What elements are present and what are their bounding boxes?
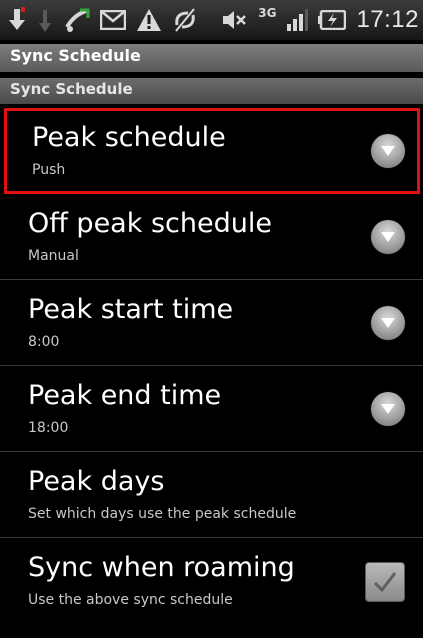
dropdown-arrow-icon[interactable] (371, 220, 405, 254)
item-title: Peak start time (28, 294, 234, 325)
status-bar: 3G 17:12 (0, 0, 423, 40)
peak-end-time-item[interactable]: Peak end time 18:00 (0, 366, 423, 452)
dropdown-arrow-icon[interactable] (371, 134, 405, 168)
missed-call-icon (64, 7, 90, 33)
battery-icon (318, 10, 347, 30)
clock: 17:12 (356, 6, 419, 33)
page-title: Sync Schedule (10, 46, 141, 65)
download-icon (8, 7, 26, 33)
screen: 3G 17:12 Sync Schedule Sync Schedule Pea… (0, 0, 423, 638)
roaming-checkbox[interactable] (365, 562, 405, 602)
item-title: Peak schedule (32, 122, 226, 153)
section-header-label: Sync Schedule (10, 80, 133, 98)
email-icon (100, 10, 126, 30)
signal-icon (286, 8, 309, 32)
item-title: Peak days (28, 466, 165, 497)
item-summary: 8:00 (28, 334, 60, 350)
sync-icon (172, 7, 198, 33)
item-summary: Push (32, 162, 66, 178)
item-title: Off peak schedule (28, 208, 272, 239)
item-summary: Manual (28, 248, 79, 264)
item-title: Sync when roaming (28, 552, 295, 583)
usb-icon (36, 7, 54, 33)
item-summary: Use the above sync schedule (28, 592, 233, 608)
settings-list: Peak schedule Push Off peak schedule Man… (0, 108, 423, 624)
item-title: Peak end time (28, 380, 222, 411)
off-peak-schedule-item[interactable]: Off peak schedule Manual (0, 194, 423, 280)
item-summary: 18:00 (28, 420, 69, 436)
peak-schedule-item[interactable]: Peak schedule Push (4, 108, 420, 194)
mute-icon (222, 9, 248, 31)
notification-icons (8, 4, 198, 36)
dropdown-arrow-icon[interactable] (371, 392, 405, 426)
3g-icon: 3G (258, 6, 277, 20)
dropdown-arrow-icon[interactable] (371, 306, 405, 340)
system-icons: 3G 17:12 (222, 4, 419, 36)
title-bar: Sync Schedule (0, 44, 423, 72)
peak-days-item[interactable]: Peak days Set which days use the peak sc… (0, 452, 423, 538)
warning-icon (136, 8, 162, 32)
section-header: Sync Schedule (0, 78, 423, 104)
item-summary: Set which days use the peak schedule (28, 506, 297, 522)
peak-start-time-item[interactable]: Peak start time 8:00 (0, 280, 423, 366)
sync-when-roaming-item[interactable]: Sync when roaming Use the above sync sch… (0, 538, 423, 624)
